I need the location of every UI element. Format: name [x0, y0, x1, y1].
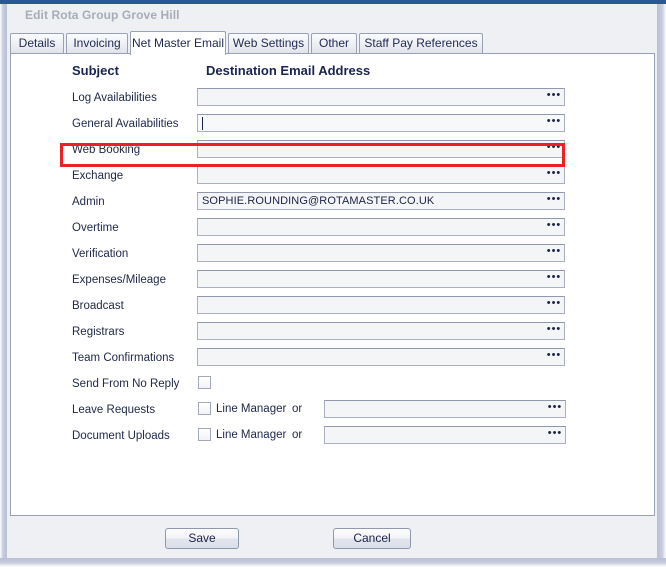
window-frame-bottom — [0, 558, 666, 567]
ellipsis-browse-button-general-availabilities[interactable]: ••• — [545, 116, 563, 130]
ellipsis-browse-button-team-confirmations[interactable]: ••• — [545, 350, 563, 364]
row-document-uploads: Document Uploads Line Manager or ••• — [11, 425, 656, 451]
row-label-web-booking: Web Booking — [72, 144, 140, 156]
title-bar: Edit Rota Group Grove Hill — [7, 4, 657, 28]
cancel-button[interactable]: Cancel — [333, 528, 411, 549]
row-verification: Verification ••• — [11, 243, 656, 269]
ellipsis-browse-button-admin[interactable]: ••• — [545, 194, 563, 208]
email-input-broadcast[interactable]: ••• — [197, 296, 565, 314]
row-label-admin: Admin — [72, 196, 105, 208]
row-label-document-uploads: Document Uploads — [72, 430, 170, 442]
email-input-team-confirmations[interactable]: ••• — [197, 348, 565, 366]
row-leave-requests: Leave Requests Line Manager or ••• — [11, 399, 656, 425]
ellipsis-browse-button-registrars[interactable]: ••• — [545, 324, 563, 338]
email-input-general-availabilities[interactable]: ••• — [197, 114, 565, 132]
checkbox-label-line-manager-document-uploads: Line Manager — [216, 429, 286, 441]
row-label-leave-requests: Leave Requests — [72, 404, 155, 416]
ellipsis-browse-button-verification[interactable]: ••• — [545, 246, 563, 260]
row-label-exchange: Exchange — [72, 170, 123, 182]
or-separator-document-uploads: or — [292, 429, 302, 441]
row-log-availabilities: Log Availabilities ••• — [11, 87, 656, 113]
row-label-overtime: Overtime — [72, 222, 119, 234]
tab-other[interactable]: Other — [311, 33, 357, 54]
email-input-web-booking[interactable]: ••• — [197, 140, 565, 158]
email-input-value-admin: SOPHIE.ROUNDING@ROTAMASTER.CO.UK — [202, 193, 434, 209]
email-input-registrars[interactable]: ••• — [197, 322, 565, 340]
email-input-exchange[interactable]: ••• — [197, 166, 565, 184]
row-label-verification: Verification — [72, 248, 128, 260]
edit-rota-group-window: Edit Rota Group Grove Hill DetailsInvoic… — [0, 0, 666, 567]
row-label-expenses-mileage: Expenses/Mileage — [72, 274, 166, 286]
row-web-booking: Web Booking ••• — [11, 139, 656, 165]
text-caret — [202, 117, 203, 130]
row-broadcast: Broadcast ••• — [11, 295, 656, 321]
row-label-log-availabilities: Log Availabilities — [72, 92, 157, 104]
ellipsis-browse-button-web-booking[interactable]: ••• — [545, 142, 563, 156]
tab-net-master-email[interactable]: Net Master Email — [130, 31, 226, 55]
email-input-verification[interactable]: ••• — [197, 244, 565, 262]
tab-details[interactable]: Details — [10, 33, 64, 54]
window-frame-left — [0, 4, 7, 567]
email-input-log-availabilities[interactable]: ••• — [197, 88, 565, 106]
ellipsis-browse-button-broadcast[interactable]: ••• — [545, 298, 563, 312]
column-header-subject: Subject — [72, 63, 119, 78]
email-input-admin[interactable]: SOPHIE.ROUNDING@ROTAMASTER.CO.UK ••• — [197, 192, 565, 210]
row-label-broadcast: Broadcast — [72, 300, 124, 312]
ellipsis-browse-button-expenses-mileage[interactable]: ••• — [545, 272, 563, 286]
or-separator-leave-requests: or — [292, 403, 302, 415]
ellipsis-browse-button-log-availabilities[interactable]: ••• — [545, 90, 563, 104]
row-label-team-confirmations: Team Confirmations — [72, 352, 174, 364]
window-frame-right — [657, 4, 666, 567]
email-input-expenses-mileage[interactable]: ••• — [197, 270, 565, 288]
row-general-availabilities: General Availabilities ••• — [11, 113, 656, 139]
checkbox-line-manager-leave-requests[interactable] — [198, 402, 211, 415]
net-master-email-panel: Subject Destination Email Address Log Av… — [10, 53, 655, 516]
email-input-leave-requests[interactable]: ••• — [324, 400, 566, 418]
row-exchange: Exchange ••• — [11, 165, 656, 191]
row-registrars: Registrars ••• — [11, 321, 656, 347]
checkbox-line-manager-document-uploads[interactable] — [198, 428, 211, 441]
column-header-destination-email-address: Destination Email Address — [206, 63, 370, 78]
row-admin: Admin SOPHIE.ROUNDING@ROTAMASTER.CO.UK ••• — [11, 191, 656, 217]
ellipsis-browse-button-exchange[interactable]: ••• — [545, 168, 563, 182]
row-send-from-no-reply: Send From No Reply — [11, 373, 656, 399]
checkbox-label-line-manager-leave-requests: Line Manager — [216, 403, 286, 415]
row-team-confirmations: Team Confirmations ••• — [11, 347, 656, 373]
row-label-send-from-no-reply: Send From No Reply — [72, 378, 179, 390]
row-label-registrars: Registrars — [72, 326, 124, 338]
row-expenses-mileage: Expenses/Mileage ••• — [11, 269, 656, 295]
ellipsis-browse-button-leave-requests[interactable]: ••• — [546, 402, 564, 416]
tab-strip: DetailsInvoicingNet Master EmailWeb Sett… — [10, 31, 655, 54]
window-title: Edit Rota Group Grove Hill — [25, 8, 180, 22]
tab-invoicing[interactable]: Invoicing — [66, 33, 128, 54]
ellipsis-browse-button-overtime[interactable]: ••• — [545, 220, 563, 234]
email-input-document-uploads[interactable]: ••• — [324, 426, 566, 444]
email-input-overtime[interactable]: ••• — [197, 218, 565, 236]
row-label-general-availabilities: General Availabilities — [72, 118, 179, 130]
tab-staff-pay-references[interactable]: Staff Pay References — [359, 33, 483, 54]
checkbox-send-from-no-reply[interactable] — [198, 376, 211, 389]
row-overtime: Overtime ••• — [11, 217, 656, 243]
ellipsis-browse-button-document-uploads[interactable]: ••• — [546, 428, 564, 442]
dialog-footer: Save Cancel — [7, 516, 657, 558]
save-button[interactable]: Save — [165, 528, 239, 549]
tab-web-settings[interactable]: Web Settings — [228, 33, 309, 54]
